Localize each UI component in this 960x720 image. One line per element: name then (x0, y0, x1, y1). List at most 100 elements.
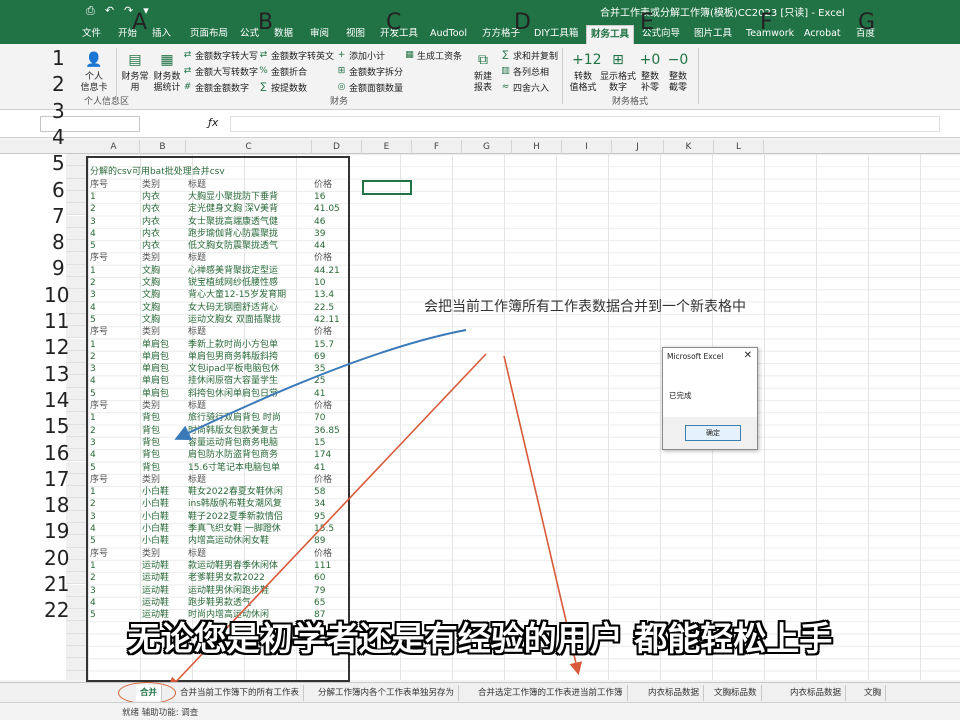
amount-discount-button[interactable]: % 金额折合 (258, 65, 307, 78)
row-header[interactable] (66, 670, 88, 680)
table-cell[interactable]: 2 (90, 425, 140, 437)
table-cell[interactable]: 文胸 (142, 302, 186, 314)
header-cell[interactable]: 序号 (90, 474, 140, 486)
table-cell[interactable]: 4 (90, 449, 140, 461)
sum-copy-button[interactable]: ∑ 求和并复制 (500, 49, 558, 62)
table-cell[interactable]: 35 (314, 363, 350, 375)
undo-icon[interactable]: ↶ (105, 4, 114, 18)
header-cell[interactable]: 序号 (90, 252, 140, 264)
tab-review[interactable]: 审阅 (306, 25, 333, 44)
table-cell[interactable]: 小白鞋 (142, 511, 186, 523)
close-icon[interactable]: ✕ (744, 350, 752, 361)
table-cell[interactable]: 女大码无钢圈舒适背心 (188, 302, 312, 314)
trim-zero-button[interactable]: −0 整数 截零 (664, 50, 692, 94)
table-cell[interactable]: 季真飞织女鞋 一脚蹬休 (188, 523, 312, 535)
table-cell[interactable]: 内衣 (142, 240, 186, 252)
table-cell[interactable]: 运动文胸女 双面插聚拢 (188, 314, 312, 326)
table-cell[interactable]: 41 (314, 462, 350, 474)
table-cell[interactable]: 运动鞋 (142, 585, 186, 597)
header-cell[interactable]: 类别 (142, 548, 186, 560)
table-cell[interactable]: 3 (90, 363, 140, 375)
table-cell[interactable]: 肩包防水防盗背包商务 (188, 449, 312, 461)
column-header[interactable]: H (512, 140, 562, 154)
header-cell[interactable]: 类别 (142, 179, 186, 191)
table-cell[interactable]: 容量运动背包商务电脑 (188, 437, 312, 449)
header-cell[interactable]: 类别 (142, 474, 186, 486)
ok-button[interactable]: 确定 (685, 425, 741, 441)
add-subtotal-button[interactable]: + 添加小计 (336, 49, 385, 62)
header-cell[interactable]: 序号 (90, 179, 140, 191)
table-cell[interactable]: 单肩包 (142, 375, 186, 387)
table-cell[interactable]: 运动鞋 (142, 572, 186, 584)
column-header[interactable]: J (612, 140, 664, 154)
table-cell[interactable]: 34 (314, 498, 350, 510)
table-cell[interactable]: 背心大童12-15岁发育期 (188, 289, 312, 301)
to-number-format-button[interactable]: +12 转数 值格式 (566, 50, 601, 94)
sheet-tab-merge[interactable]: 合并 (136, 685, 163, 701)
amount-digits-button[interactable]: # 金额金额数字 (182, 81, 249, 94)
sheet-tab-bra[interactable]: 文胸标品数 (710, 685, 762, 701)
table-cell[interactable]: 4 (90, 302, 140, 314)
table-cell[interactable]: 背包 (142, 412, 186, 424)
table-cell[interactable]: 款运动鞋男春季休闲体 (188, 560, 312, 572)
table-cell[interactable]: 内增高运动休闲女鞋 (188, 535, 312, 547)
worksheet-grid[interactable]: A B C D E F G H I J K L 分解的csv可用bat批处理合并… (0, 140, 960, 680)
column-header[interactable]: G (462, 140, 512, 154)
table-cell[interactable]: 文包ipad平板电脑包休 (188, 363, 312, 375)
table-cell[interactable]: 跑步瑜伽背心防震聚拢 (188, 228, 312, 240)
table-cell[interactable]: 174 (314, 449, 350, 461)
function-icon[interactable]: ƒx (208, 116, 218, 129)
table-cell[interactable]: 4 (90, 375, 140, 387)
table-cell[interactable]: 鞋子2022夏季新款情侣 (188, 511, 312, 523)
row-header[interactable] (66, 264, 88, 277)
tab-finance-tools[interactable]: 财务工具 (586, 25, 635, 44)
table-cell[interactable]: 低文胸女防震聚拢透气 (188, 240, 312, 252)
table-cell[interactable]: 文胸 (142, 265, 186, 277)
table-cell[interactable]: 111 (314, 560, 350, 572)
header-cell[interactable]: 价格 (314, 400, 350, 412)
row-header[interactable] (66, 252, 88, 265)
table-cell[interactable]: 单肩包 (142, 363, 186, 375)
upper-to-amount-button[interactable]: ⇄ 金额大写转数字 (182, 65, 258, 78)
round-button[interactable]: ≈ 四舍六入 (500, 81, 549, 94)
pad-zero-button[interactable]: +0 整数 补零 (636, 50, 664, 94)
tab-view[interactable]: 视图 (342, 25, 369, 44)
table-cell[interactable]: 单肩包 (142, 339, 186, 351)
table-cell[interactable]: 44.21 (314, 265, 350, 277)
table-cell[interactable]: 跑步鞋男款透气 (188, 597, 312, 609)
tab-acrobat[interactable]: Acrobat (800, 25, 845, 44)
table-cell[interactable]: 41.05 (314, 203, 350, 215)
row-header[interactable] (66, 227, 88, 241)
column-header[interactable]: D (312, 140, 362, 154)
denomination-button[interactable]: ◎ 金额面额数量 (336, 81, 403, 94)
table-cell[interactable]: 3 (90, 289, 140, 301)
amount-to-upper-button[interactable]: ⇄ 金额数字转大写 (182, 49, 258, 62)
table-cell[interactable]: 15.6寸笔记本电脑包单 (188, 462, 312, 474)
table-cell[interactable]: 鞋女2022春夏女鞋休闲 (188, 486, 312, 498)
table-cell[interactable]: 背包 (142, 425, 186, 437)
table-cell[interactable]: 89 (314, 535, 350, 547)
table-cell[interactable]: 1 (90, 339, 140, 351)
row-header[interactable] (66, 190, 88, 204)
table-cell[interactable]: 3 (90, 216, 140, 228)
row-header[interactable] (66, 166, 88, 179)
table-cell[interactable]: 95 (314, 511, 350, 523)
sheet-tab-merge-selected[interactable]: 合并选定工作簿的工作表进当前工作簿 (474, 685, 628, 701)
table-cell[interactable]: 1 (90, 486, 140, 498)
row-header[interactable] (66, 154, 88, 167)
table-cell[interactable]: 70 (314, 412, 350, 424)
personal-info-card-button[interactable]: 👤 个人 信息卡 (74, 50, 114, 94)
table-cell[interactable]: 内衣 (142, 191, 186, 203)
row-header[interactable] (66, 215, 88, 228)
table-cell[interactable]: 心禅感美背聚拢定型运 (188, 265, 312, 277)
table-cell[interactable]: 60 (314, 572, 350, 584)
table-cell[interactable]: 22.5 (314, 302, 350, 314)
table-cell[interactable]: 2 (90, 277, 140, 289)
row-header[interactable] (66, 178, 88, 191)
table-cell[interactable]: 运动鞋男休闲跑步鞋 (188, 585, 312, 597)
table-cell[interactable]: 2 (90, 351, 140, 363)
table-cell[interactable]: 15 (314, 437, 350, 449)
table-cell[interactable]: 4 (90, 523, 140, 535)
header-cell[interactable]: 序号 (90, 548, 140, 560)
table-cell[interactable]: 1 (90, 560, 140, 572)
